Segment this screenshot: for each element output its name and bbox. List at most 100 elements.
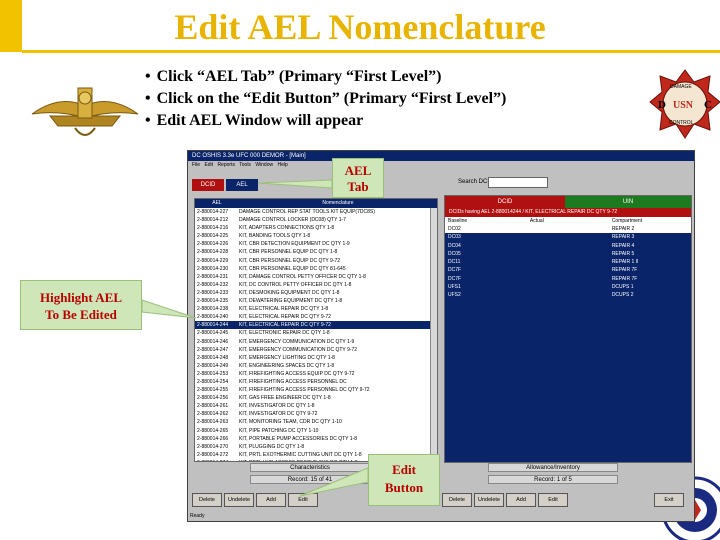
table-row[interactable]: 2-880014-266 KIT, PORTABLE PUMP ACCESSORI… <box>195 435 437 443</box>
table-row[interactable]: 2-880014-265 KIT, PIPE PATCHING DC QTY 1-… <box>195 427 437 435</box>
dcid-caption: DCIDs having AEL 2-880014244 / KIT, ELEC… <box>445 208 691 217</box>
dcid-rows: DC02 REPAIR 2 DC03 REPAIR 3 DC04 REPAIR 4 DC05… <box>445 225 691 300</box>
callout-edit-line1: Edit <box>392 462 416 477</box>
nomenclature-cell: KIT, MONITORING TEAM, CDR DC QTY 1-10 <box>239 419 342 426</box>
table-row[interactable]: 2-880014-238 KIT, ELECTRICAL REPAIR DC QT… <box>195 305 437 313</box>
table-row[interactable]: DC03 REPAIR 3 <box>445 233 691 241</box>
undelete-button-left[interactable]: Undelete <box>224 493 254 507</box>
ael-cell: 2-880014-228 <box>197 249 229 256</box>
table-row[interactable]: 2-880014-244 KIT, ELECTRICAL REPAIR DC QT… <box>195 321 437 330</box>
table-row[interactable]: 2-880014-249 KIT, ENGINEERING SPACES DC Q… <box>195 362 437 370</box>
table-row[interactable]: 2-880014-216 KIT, ADAPTERS CONNECTIONS QT… <box>195 224 437 232</box>
nomenclature-cell: KIT, PIPE PATCHING DC QTY 1-10 <box>239 427 319 434</box>
compartment-cell: REPAIR 3 <box>611 234 635 241</box>
table-row[interactable]: 2-880014-227 DAMAGE CONTROL REP STAT TOOL… <box>195 208 437 216</box>
column-header-ael[interactable]: AEL <box>195 199 239 208</box>
delete-button-right[interactable]: Delete <box>442 493 472 507</box>
add-button-left[interactable]: Add <box>256 493 286 507</box>
tab-uin[interactable]: UIN <box>565 196 691 208</box>
ael-scrollbar[interactable] <box>430 208 437 461</box>
table-row[interactable]: 2-880014-270 KIT, PLUGGING DC QTY 1-8 <box>195 443 437 451</box>
nomenclature-cell: KIT, CBR PERSONNEL EQUIP DC QTY 9-72 <box>239 257 341 264</box>
ael-cell: 2-880014-249 <box>197 362 229 369</box>
tab-ael[interactable]: AEL <box>226 179 258 191</box>
tab-dcid-sub[interactable]: DCID <box>445 196 565 208</box>
nomenclature-cell: DAMAGE CONTROL LOCKER (DC08) QTY 1-7 <box>239 217 346 224</box>
table-row[interactable]: DC7F REPAIR 7F <box>445 275 691 283</box>
ael-cell: 2-880014-240 <box>197 314 229 321</box>
table-row[interactable]: 2-880014-230 KIT, CBR PERSONNEL EQUIP DC … <box>195 265 437 273</box>
ael-cell: 2-880014-225 <box>197 233 229 240</box>
table-row[interactable]: 2-880014-263 KIT, MONITORING TEAM, CDR DC… <box>195 418 437 426</box>
table-row[interactable]: UFS1 DCUPS 1 <box>445 283 691 291</box>
compartment-cell: REPAIR 7F <box>611 267 638 274</box>
edit-button-right[interactable]: Edit <box>538 493 568 507</box>
baseline-cell: DC02 <box>448 226 461 232</box>
search-input[interactable] <box>488 177 548 188</box>
table-row[interactable]: 2-880014-212 DAMAGE CONTROL LOCKER (DC08)… <box>195 216 437 224</box>
ael-cell: 2-880014-263 <box>197 419 229 426</box>
undelete-button-right[interactable]: Undelete <box>474 493 504 507</box>
record-counter-right: Record: 1 of 5 <box>488 475 618 484</box>
table-row[interactable]: 2-880014-247 KIT, EMERGENCY COMMUNICATION… <box>195 346 437 354</box>
ael-cell: 2-880014-270 <box>197 443 229 450</box>
table-row[interactable]: DC04 REPAIR 4 <box>445 242 691 250</box>
add-button-right[interactable]: Add <box>506 493 536 507</box>
table-row[interactable]: UFS2 DCUPS 2 <box>445 291 691 299</box>
table-row[interactable]: 2-880014-261 KIT, INVESTIGATOR DC QTY 1-8 <box>195 402 437 410</box>
table-row[interactable]: 2-880014-262 KIT, INVESTIGATOR DC QTY 9-7… <box>195 410 437 418</box>
callout-ael-tab: AEL Tab <box>332 158 384 198</box>
table-row[interactable]: DC11 REPAIR 1 II <box>445 258 691 266</box>
actual-cell <box>527 233 609 241</box>
table-row[interactable]: 2-880014-245 KIT, ELECTRONIC REPAIR DC QT… <box>195 329 437 337</box>
ael-cell: 2-880014-274 <box>195 459 239 461</box>
delete-button-left[interactable]: Delete <box>192 493 222 507</box>
tab-dcid[interactable]: DCID <box>192 179 224 191</box>
nomenclature-cell: KIT, DC CONTROL PETTY OFFICER DC QTY 1-8 <box>239 281 352 288</box>
actual-cell <box>527 225 609 233</box>
nomenclature-cell: KIT, PORTABLE PUMP ACCESSORIES DC QTY 1-… <box>239 435 357 442</box>
table-row[interactable]: 2-880014-256 KIT, GAS FREE ENGINEER DC QT… <box>195 394 437 402</box>
title-underline <box>22 50 720 53</box>
edit-button-left[interactable]: Edit <box>288 493 318 507</box>
characteristics-label[interactable]: Characteristics <box>250 463 370 472</box>
nomenclature-cell: KIT, FIREFIGHTING ACCESS EQUIP DC QTY 9-… <box>239 370 355 377</box>
table-row[interactable]: DC05 REPAIR 5 <box>445 250 691 258</box>
baseline-cell: DC7F <box>448 275 462 282</box>
table-row[interactable]: 2-880014-248 KIT, EMERGENCY LIGHTING DC Q… <box>195 354 437 362</box>
nomenclature-cell: KIT, DEWATERING EQUIPMENT DC QTY 1-8 <box>239 298 343 305</box>
table-row[interactable]: 2-880014-240 KIT, ELECTRICAL REPAIR DC QT… <box>195 313 437 321</box>
column-header-compartment[interactable]: Compartment <box>609 217 691 225</box>
compartment-cell: DCUPS 2 <box>611 292 634 299</box>
table-row[interactable]: 2-880014-231 KIT, DAMAGE CONTROL PETTY OF… <box>195 273 437 281</box>
table-row[interactable]: 2-880014-232 KIT, DC CONTROL PETTY OFFICE… <box>195 281 437 289</box>
nomenclature-cell: KIT, BANDING TOOLS QTY 1-8 <box>239 233 311 240</box>
column-header-baseline[interactable]: Baseline <box>445 217 527 225</box>
table-row[interactable]: 2-880014-228 KIT, CBR PERSONNEL EQUIP DC … <box>195 248 437 256</box>
allowance-inventory-label[interactable]: Allowance/Inventory <box>488 463 618 472</box>
column-header-actual[interactable]: Actual <box>527 217 609 225</box>
table-row[interactable]: 2-880014-225 KIT, BANDING TOOLS QTY 1-8 <box>195 232 437 240</box>
ael-cell: 2-880014-230 <box>197 265 229 272</box>
column-header-nomenclature[interactable]: Nomenclature <box>239 199 437 208</box>
table-row[interactable]: 2-880014-235 KIT, DEWATERING EQUIPMENT DC… <box>195 297 437 305</box>
nomenclature-cell: KIT, EMERGENCY LIGHTING DC QTY 1-8 <box>239 354 335 361</box>
ael-cell: 2-880014-233 <box>197 289 229 296</box>
status-bar: Ready <box>190 513 205 519</box>
table-row[interactable]: 2-880014-255 KIT, FIREFIGHTING ACCESS PER… <box>195 386 437 394</box>
ael-cell: 2-880014-247 <box>197 346 229 353</box>
table-row[interactable]: DC7F REPAIR 7F <box>445 266 691 274</box>
ael-cell: 2-880014-256 <box>197 395 229 402</box>
exit-button[interactable]: Exit <box>654 493 684 507</box>
table-row[interactable]: DC02 REPAIR 2 <box>445 225 691 234</box>
ael-cell: 2-880014-244 <box>197 322 229 329</box>
menu-bar[interactable]: File Edit Reports Tools Window Help <box>188 161 694 170</box>
table-row[interactable]: 2-880014-246 KIT, EMERGENCY COMMUNICATION… <box>195 338 437 346</box>
table-row[interactable]: 2-880014-253 KIT, FIREFIGHTING ACCESS EQU… <box>195 370 437 378</box>
table-row[interactable]: 2-880014-226 KIT, CBR DETECTION EQUIPMENT… <box>195 240 437 248</box>
table-row[interactable]: 2-880014-233 KIT, DESMOKING EQUIPMENT DC … <box>195 289 437 297</box>
ael-list: AEL Nomenclature 2-880014-227 DAMAGE CONT… <box>194 198 438 462</box>
table-row[interactable]: 2-880014-254 KIT, FIREFIGHTING ACCESS PER… <box>195 378 437 386</box>
table-row[interactable]: 2-880014-229 KIT, CBR PERSONNEL EQUIP DC … <box>195 257 437 265</box>
ael-cell: 2-880014-272 <box>197 451 229 458</box>
